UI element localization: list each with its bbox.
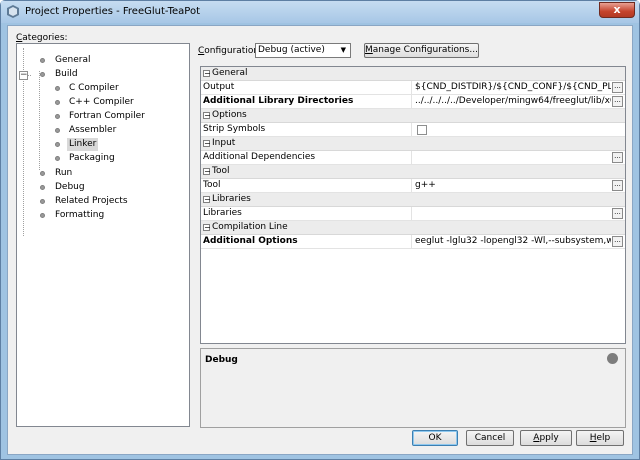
sidebar-item-related-projects[interactable]: Related Projects [53, 195, 130, 208]
property-value[interactable] [411, 151, 611, 164]
category-row[interactable]: − Tool [201, 165, 625, 179]
collapse-icon[interactable]: − [203, 168, 211, 176]
sidebar-item-general[interactable]: General [53, 54, 92, 67]
property-row[interactable]: Tool g++... [201, 179, 625, 193]
collapse-icon[interactable]: − [203, 112, 211, 120]
sidebar-item-fortran-compiler[interactable]: Fortran Compiler [67, 110, 147, 123]
help-icon [607, 353, 618, 364]
category-label: General [212, 68, 248, 78]
node-icon [40, 213, 45, 218]
node-icon [55, 100, 60, 105]
chevron-down-icon: ▼ [340, 46, 346, 54]
property-name: Additional Library Directories [203, 96, 354, 106]
category-label: Tool [212, 166, 230, 176]
node-icon [40, 185, 45, 190]
collapse-icon[interactable]: − [203, 224, 211, 232]
window-title: Project Properties - FreeGlut-TeaPot [25, 6, 200, 17]
categories-tree[interactable]: General − Build C Compiler C++ Compiler … [16, 43, 190, 427]
ellipsis-button[interactable]: ... [612, 82, 623, 93]
apply-button[interactable]: Apply [520, 430, 572, 446]
category-row[interactable]: − General [201, 67, 625, 81]
property-row[interactable]: Output ${CND_DISTDIR}/${CND_CONF}/${CND_P… [201, 81, 625, 95]
sidebar-item-debug[interactable]: Debug [53, 181, 87, 194]
node-icon [55, 114, 60, 119]
help-button[interactable]: Help [576, 430, 624, 446]
category-label: Options [212, 110, 247, 120]
sidebar-item-build[interactable]: Build [53, 68, 80, 81]
configuration-label: Configuration: [198, 46, 263, 56]
dialog-body: Categories: General − Build C Compiler C [7, 25, 633, 455]
property-name: Tool [203, 180, 221, 190]
node-icon [55, 156, 60, 161]
node-icon [55, 128, 60, 133]
sidebar-item-cpp-compiler[interactable]: C++ Compiler [67, 96, 136, 109]
close-icon: x [613, 3, 621, 16]
category-row[interactable]: − Libraries [201, 193, 625, 207]
property-sheet[interactable]: − General Output ${CND_DISTDIR}/${CND_CONF}… [200, 66, 626, 344]
node-icon [55, 142, 60, 147]
sidebar-item-c-compiler[interactable]: C Compiler [67, 82, 121, 95]
ellipsis-button[interactable]: ... [612, 180, 623, 191]
property-row[interactable]: Strip Symbols [201, 123, 625, 137]
sidebar-item-formatting[interactable]: Formatting [53, 209, 106, 222]
sidebar-item-linker[interactable]: Linker [67, 138, 99, 151]
ellipsis-button[interactable]: ... [612, 236, 623, 247]
category-row[interactable]: − Input [201, 137, 625, 151]
title-bar[interactable]: Project Properties - FreeGlut-TeaPot x [1, 1, 639, 23]
ellipsis-button[interactable]: ... [612, 208, 623, 219]
collapse-icon[interactable]: − [203, 140, 211, 148]
ok-button[interactable]: OK [412, 430, 458, 446]
node-icon [40, 199, 45, 204]
app-icon [7, 5, 19, 18]
category-row[interactable]: − Compilation Line [201, 221, 625, 235]
description-title: Debug [205, 355, 238, 365]
category-label: Compilation Line [212, 222, 288, 232]
property-value[interactable] [411, 123, 611, 136]
property-value[interactable]: ${CND_DISTDIR}/${CND_CONF}/${CND_PLATFO.… [411, 81, 611, 94]
collapse-icon[interactable]: − [19, 71, 28, 80]
project-properties-window: Project Properties - FreeGlut-TeaPot x C… [0, 0, 640, 460]
property-value[interactable] [411, 207, 611, 220]
property-row[interactable]: Libraries... [201, 207, 625, 221]
property-value[interactable]: ../../../../../Developer/mingw64/freeglu… [411, 95, 611, 108]
property-row[interactable]: Additional Library Directories ../../../.… [201, 95, 625, 109]
node-icon [40, 72, 45, 77]
collapse-icon[interactable]: − [203, 70, 211, 78]
ellipsis-button[interactable]: ... [612, 152, 623, 163]
property-row[interactable]: Additional Options eeglut -lglu32 -lopeng… [201, 235, 625, 249]
category-label: Input [212, 138, 236, 148]
ellipsis-button[interactable]: ... [612, 96, 623, 107]
tree-line [39, 71, 40, 170]
description-panel: Debug [200, 348, 626, 428]
property-value[interactable]: g++ [411, 179, 611, 192]
category-row[interactable]: − Options [201, 109, 625, 123]
property-row[interactable]: Additional Dependencies... [201, 151, 625, 165]
node-icon [55, 86, 60, 91]
property-name: Output [203, 82, 235, 92]
category-label: Libraries [212, 194, 251, 204]
configuration-select[interactable]: Debug (active) ▼ [255, 43, 351, 58]
strip-symbols-checkbox[interactable] [417, 125, 427, 135]
node-icon [40, 58, 45, 63]
manage-configurations-button[interactable]: Manage Configurations... [364, 43, 479, 58]
sidebar-item-run[interactable]: Run [53, 167, 74, 180]
property-name: Additional Options [203, 236, 298, 246]
close-button[interactable]: x [599, 2, 635, 18]
property-value[interactable]: eeglut -lglu32 -lopengl32 -Wl,--subsyste… [411, 235, 611, 248]
property-name: Strip Symbols [203, 124, 266, 134]
property-name: Libraries [203, 208, 242, 218]
sidebar-item-packaging[interactable]: Packaging [67, 152, 117, 165]
cancel-button[interactable]: Cancel [466, 430, 514, 446]
sidebar-item-assembler[interactable]: Assembler [67, 124, 118, 137]
collapse-icon[interactable]: − [203, 196, 211, 204]
categories-label: Categories: [16, 33, 68, 43]
property-name: Additional Dependencies [203, 152, 316, 162]
node-icon [40, 171, 45, 176]
